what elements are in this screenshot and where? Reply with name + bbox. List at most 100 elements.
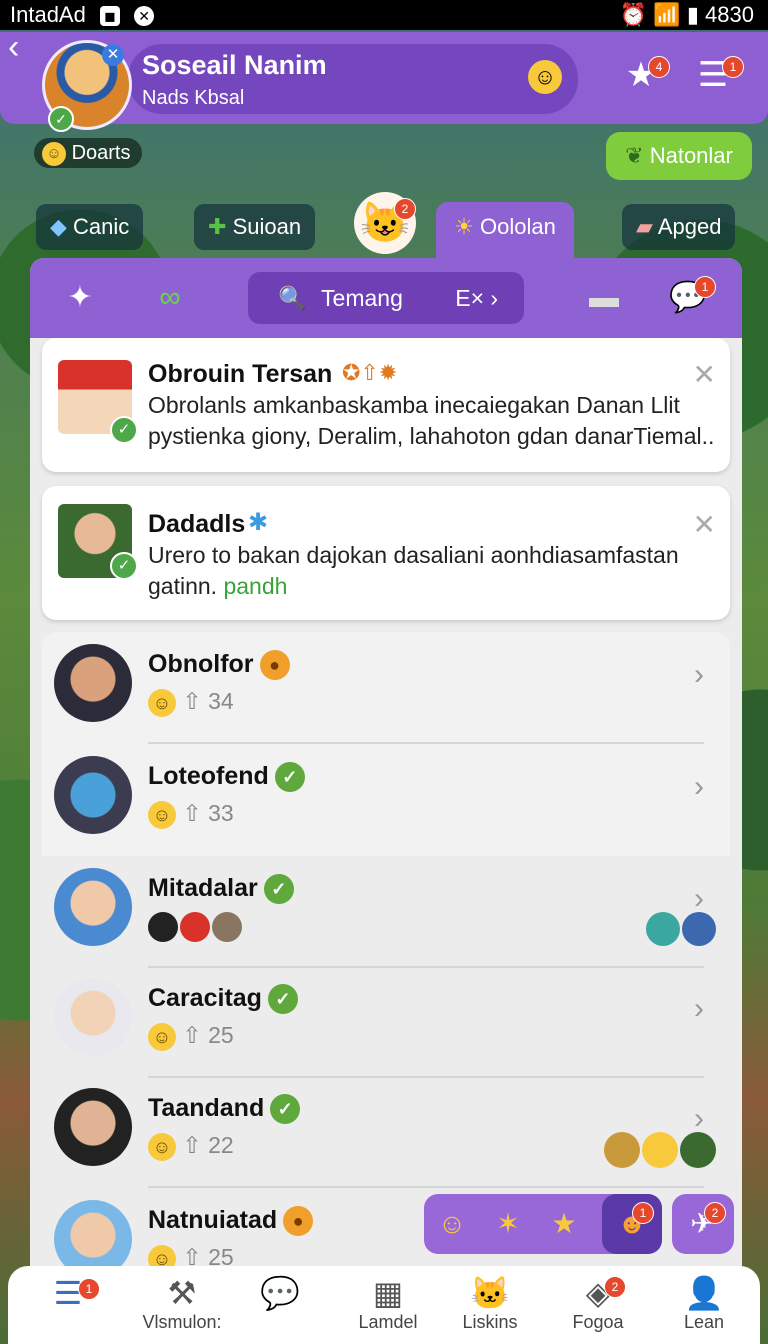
knot-icon[interactable]: ∞ bbox=[146, 276, 194, 320]
name-text: Caracitag bbox=[148, 984, 262, 1012]
smile-icon: ☺ bbox=[148, 1244, 176, 1266]
page-title: Soseail Nanim bbox=[142, 50, 327, 80]
reaction-badge: 1 bbox=[632, 1202, 654, 1224]
list-item-name: Obnolfor ● bbox=[148, 650, 290, 681]
search-icon: 🔍 bbox=[278, 285, 307, 311]
status-carrier: IntadAd bbox=[10, 2, 86, 27]
nav-item-liskins[interactable]: 🐱 Liskins bbox=[430, 1274, 550, 1333]
avatar bbox=[54, 644, 132, 722]
name-text: Taandand bbox=[148, 1094, 265, 1122]
sun-icon: ☀ bbox=[454, 214, 474, 239]
list-item[interactable]: Mitadalar ✓ › bbox=[42, 856, 730, 968]
capsule-icon[interactable]: ▬ bbox=[580, 276, 628, 320]
list-item-name: Natnuiatad ● bbox=[148, 1206, 314, 1237]
list-item[interactable]: Loteofend ✓ ☺ ⇧ 33 › bbox=[42, 744, 730, 856]
star-reaction-icon[interactable]: ★ bbox=[546, 1206, 582, 1242]
chevron-right-icon: › bbox=[694, 882, 704, 915]
verified-icon: ✓ bbox=[274, 762, 305, 793]
doarts-label: Doarts bbox=[71, 142, 131, 164]
mini-avatar bbox=[148, 912, 178, 942]
nav-item-chat[interactable]: 💬 bbox=[220, 1274, 340, 1312]
menu-badge: 1 bbox=[722, 56, 744, 78]
smile-icon: ☺ bbox=[148, 688, 176, 717]
list-item-name: Caracitag ✓ bbox=[148, 984, 298, 1015]
chevron-right-icon: › bbox=[694, 658, 704, 691]
count: 25 bbox=[208, 1244, 234, 1266]
mini-avatar bbox=[604, 1132, 640, 1168]
avatar-remove-icon[interactable]: ✕ bbox=[102, 44, 124, 66]
wink-reaction-button[interactable]: ☻ 1 bbox=[602, 1194, 662, 1254]
list-item[interactable]: Obnolfor ● ☺ ⇧ 34 › bbox=[42, 632, 730, 744]
mascot-cat-icon[interactable]: 😺 2 bbox=[354, 192, 416, 254]
list-item[interactable]: Taandand ✓ ☺ ⇧ 22 › bbox=[42, 1076, 730, 1188]
notification-card[interactable]: ✓ Dadadls ✱ Urero to bakan dajokan dasal… bbox=[42, 486, 730, 620]
search-bar[interactable]: 🔍 Temang E× › bbox=[248, 272, 524, 324]
mini-avatar bbox=[642, 1132, 678, 1168]
search-text: Temang bbox=[321, 285, 403, 311]
tab-label: Suioan bbox=[232, 214, 302, 239]
name-text: Obnolfor bbox=[148, 650, 254, 678]
nav-label: Fogoa bbox=[572, 1312, 624, 1332]
status-right: ⏰ 📶 ▮ 4830 bbox=[620, 2, 754, 28]
tab-oololan[interactable]: ☀ Oololan bbox=[436, 202, 574, 262]
tab-apged[interactable]: ▰ Apged bbox=[622, 204, 736, 250]
surprised-icon: ● bbox=[283, 1206, 314, 1237]
close-icon: ✕ bbox=[134, 6, 155, 27]
avatar-verified-icon: ✓ bbox=[48, 106, 74, 132]
list-item[interactable]: Caracitag ✓ ☺ ⇧ 25 › bbox=[42, 966, 730, 1078]
pin-icon[interactable]: ✦ bbox=[56, 276, 104, 320]
count: 34 bbox=[208, 688, 234, 714]
verified-icon: ✓ bbox=[270, 1094, 301, 1125]
smile-reaction-icon[interactable]: ☺ bbox=[434, 1206, 470, 1242]
chat-bubble-button[interactable]: 💬 1 bbox=[664, 276, 716, 320]
mini-avatar bbox=[680, 1132, 716, 1168]
nav-item-fogoa[interactable]: ◈ Fogoa 2 bbox=[538, 1274, 658, 1333]
count: 33 bbox=[208, 800, 234, 826]
verified-check-icon: ✓ bbox=[110, 416, 138, 444]
notification-name: Dadadls bbox=[148, 510, 246, 538]
message-link[interactable]: pandh bbox=[223, 573, 287, 599]
list-item-stats: ☺ ⇧ 25 bbox=[148, 1022, 234, 1051]
tab-label: Canic bbox=[73, 214, 130, 239]
list-item-stats: ☺ ⇧ 33 bbox=[148, 800, 234, 829]
verified-check-icon: ✓ bbox=[110, 552, 138, 580]
doarts-chip[interactable]: ☺ Doarts bbox=[34, 138, 143, 168]
badge-icons: ✪⇧✹ bbox=[342, 360, 398, 385]
name-text: Loteofend bbox=[148, 762, 269, 790]
nav-item-home[interactable]: ☰ 1 bbox=[8, 1274, 128, 1312]
natonlar-label: Natonlar bbox=[649, 143, 733, 168]
notification-name: Obrouin Tersan bbox=[148, 360, 333, 388]
nav-item-lean[interactable]: 👤 Lean bbox=[644, 1274, 764, 1333]
count: 22 bbox=[208, 1132, 234, 1158]
nav-label: Lean bbox=[683, 1312, 725, 1332]
verified-icon: ✓ bbox=[263, 874, 294, 905]
count: 25 bbox=[208, 1022, 234, 1048]
chevron-right-icon: › bbox=[694, 1102, 704, 1135]
reaction-avatars bbox=[148, 912, 244, 942]
surprised-icon: ● bbox=[259, 650, 290, 681]
reaction-bar: ☺ ✶ ★ ☻ 1 bbox=[424, 1194, 662, 1254]
tab-suioan[interactable]: ✚ Suioan bbox=[194, 204, 316, 250]
sparkle-reaction-icon[interactable]: ✶ bbox=[490, 1206, 526, 1242]
mini-avatar bbox=[646, 912, 680, 946]
menu-button[interactable]: ☰ 1 bbox=[690, 52, 744, 98]
verified-icon: ✓ bbox=[267, 984, 298, 1015]
back-arrow-icon[interactable]: ‹ bbox=[8, 30, 19, 64]
nav-label: Liskins bbox=[462, 1312, 518, 1332]
star-button[interactable]: ★ 4 bbox=[618, 52, 670, 98]
natonlar-button[interactable]: ❦ Natonlar bbox=[606, 132, 752, 180]
list-item-name: Loteofend ✓ bbox=[148, 762, 305, 793]
list-icon: ☰ bbox=[53, 1275, 83, 1311]
close-icon[interactable]: ✕ bbox=[693, 358, 716, 391]
smile-icon[interactable]: ☺ bbox=[528, 60, 562, 94]
wifi-icon: 📶 bbox=[653, 2, 681, 27]
status-left: IntadAd ◼ ✕ bbox=[10, 2, 155, 28]
smile-icon: ☺ bbox=[148, 800, 176, 829]
nav-badge: 1 bbox=[78, 1278, 100, 1300]
rocket-button[interactable]: ✈ 2 bbox=[672, 1194, 734, 1254]
list-item-stats: ☺ ⇧ 34 bbox=[148, 688, 234, 717]
tab-canic[interactable]: ◆ Canic bbox=[36, 204, 144, 250]
close-icon[interactable]: ✕ bbox=[693, 508, 716, 541]
notification-card[interactable]: ✓ Obrouin Tersan ✪⇧✹ Obrolanls amkanbask… bbox=[42, 338, 730, 472]
chat-icon: 💬 bbox=[260, 1275, 300, 1311]
